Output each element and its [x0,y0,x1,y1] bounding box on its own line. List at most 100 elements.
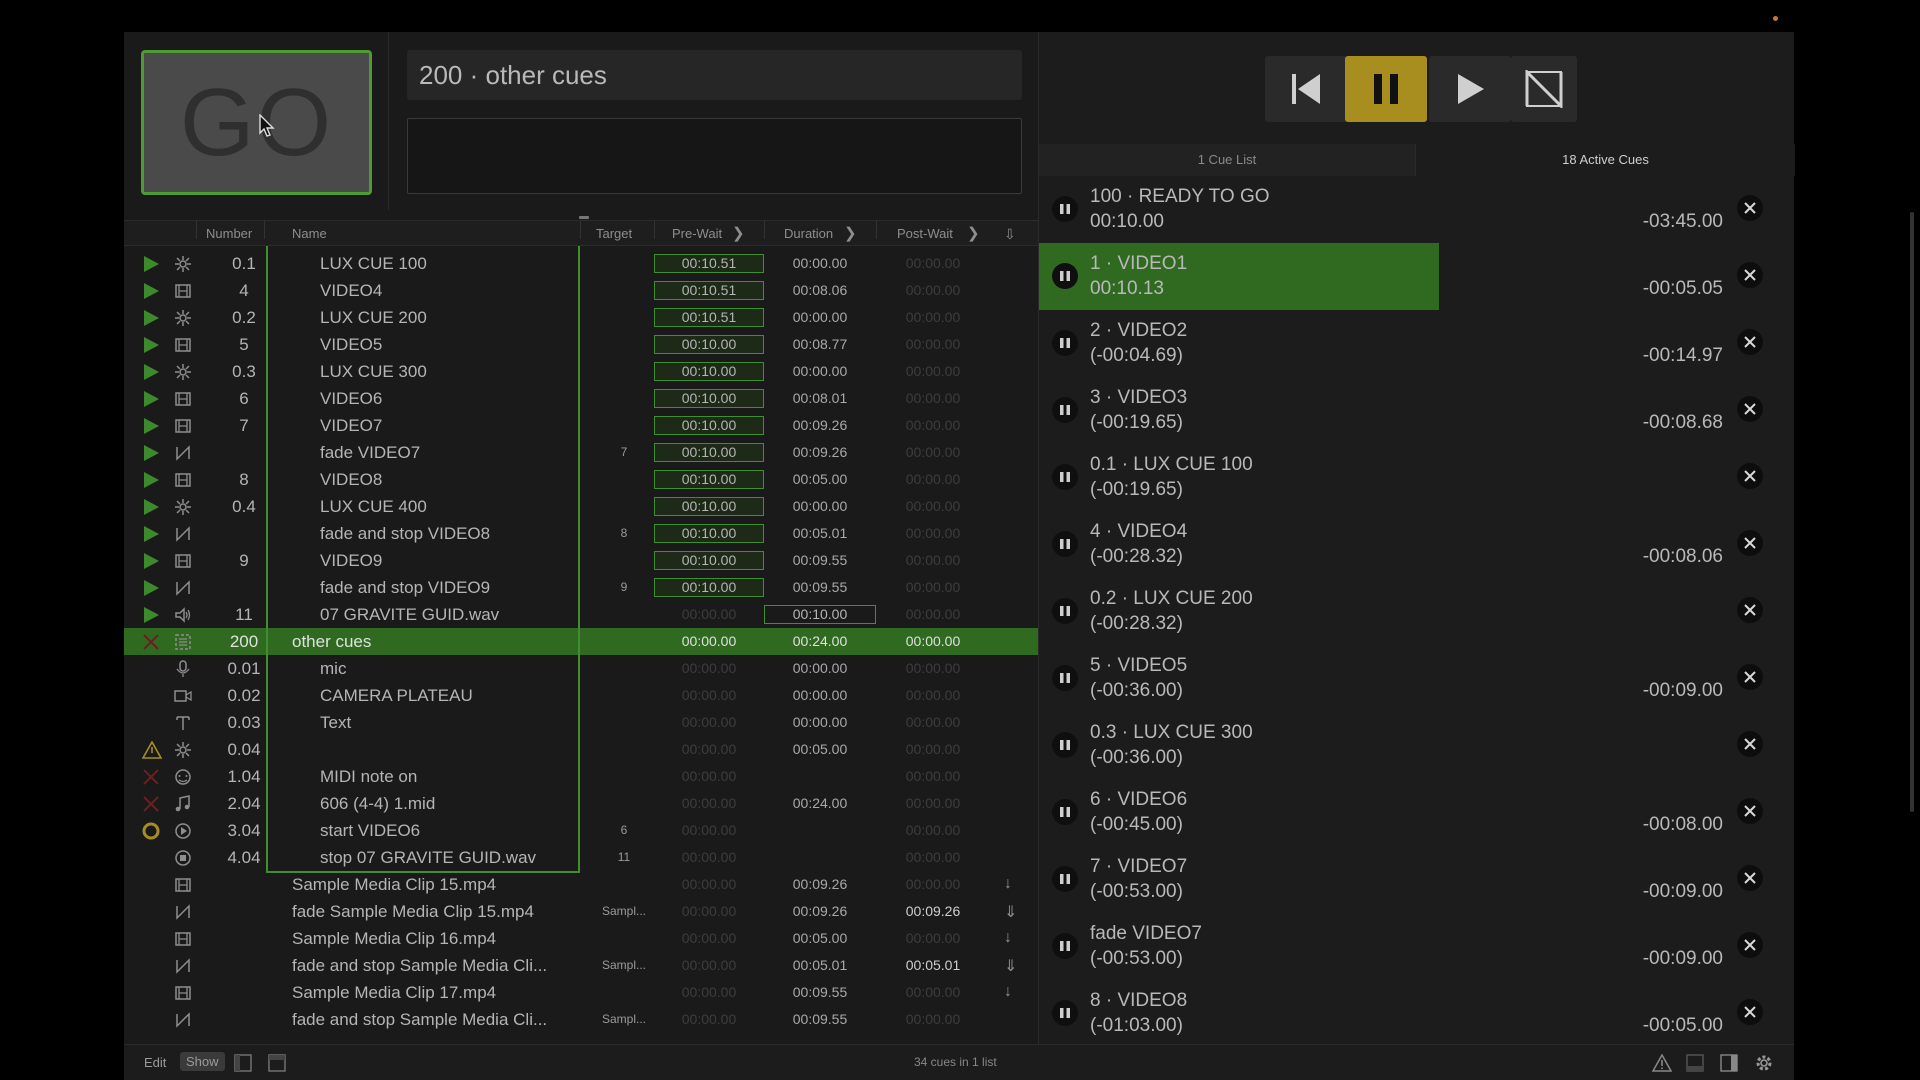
cue-name[interactable]: 07 GRAVITE GUID.wav [320,601,499,628]
cue-row[interactable]: 0.2 LUX CUE 200 00:10.51 00:00.00 00:00.00 [124,304,1038,331]
cue-postwait[interactable]: 00:00.00 [876,655,990,682]
cue-postwait[interactable]: 00:00.00 [876,358,990,385]
cue-prewait[interactable]: 00:00.00 [654,925,764,952]
pause-cue-button[interactable] [1052,464,1078,490]
pause-cue-button[interactable] [1052,263,1078,289]
cue-number[interactable]: 2.04 [192,790,296,817]
cue-duration[interactable]: 00:09.55 [764,979,876,1006]
cue-postwait[interactable]: 00:00.00 [876,466,990,493]
cue-number[interactable]: 0.1 [192,250,296,277]
stop-cue-button[interactable] [1737,932,1763,958]
cue-prewait[interactable]: 00:00.00 [654,844,764,871]
pause-cue-button[interactable] [1052,598,1078,624]
cue-postwait[interactable]: 00:00.00 [876,709,990,736]
stop-cue-button[interactable] [1737,664,1763,690]
cue-number[interactable]: 0.01 [192,655,296,682]
cue-duration[interactable]: 00:09.26 [764,871,876,898]
stop-cue-button[interactable] [1737,262,1763,288]
cue-duration[interactable]: 00:00.00 [764,682,876,709]
cue-prewait[interactable]: 00:10.00 [654,416,764,435]
cue-prewait[interactable]: 00:00.00 [654,898,764,925]
cue-row[interactable]: 6 VIDEO6 00:10.00 00:08.01 00:00.00 [124,385,1038,412]
cue-name[interactable]: VIDEO5 [320,331,382,358]
cue-postwait[interactable]: 00:00.00 [876,547,990,574]
cue-postwait[interactable]: 00:00.00 [876,385,990,412]
cue-prewait[interactable]: 00:00.00 [654,952,764,979]
inspector-toggle-icon[interactable] [268,1054,286,1072]
pause-cue-button[interactable] [1052,397,1078,423]
col-target[interactable]: Target [596,221,632,247]
cue-prewait[interactable]: 00:10.00 [654,362,764,381]
cue-prewait[interactable]: 00:00.00 [654,601,764,628]
cue-number[interactable]: 4 [192,277,296,304]
cue-prewait[interactable]: 00:00.00 [654,790,764,817]
cue-duration[interactable]: 00:09.26 [764,412,876,439]
tab-cue-lists[interactable]: 1 Cue List [1039,144,1415,176]
pause-cue-button[interactable] [1052,732,1078,758]
cue-row[interactable]: fade and stop VIDEO8 8 00:10.00 00:05.01 00:… [124,520,1038,547]
cue-row[interactable]: Sample Media Clip 17.mp4 00:00.00 00:09.55… [124,979,1038,1006]
cue-duration[interactable]: 00:09.55 [764,1006,876,1033]
cue-prewait[interactable]: 00:10.00 [654,389,764,408]
cue-name[interactable]: fade and stop VIDEO9 [320,574,490,601]
cue-name[interactable]: VIDEO4 [320,277,382,304]
col-number[interactable]: Number [206,221,252,247]
col-name[interactable]: Name [292,221,327,247]
active-cue-item[interactable]: 0.3 · LUX CUE 300 (-00:36.00) [1039,712,1779,779]
cue-number[interactable]: 11 [192,601,296,628]
cue-name[interactable]: MIDI note on [320,763,417,790]
stop-cue-button[interactable] [1737,731,1763,757]
cue-prewait[interactable]: 00:10.51 [654,254,764,273]
cue-duration[interactable]: 00:24.00 [764,628,876,655]
cue-postwait[interactable]: 00:00.00 [876,439,990,466]
cue-duration[interactable]: 00:00.00 [764,304,876,331]
cue-row[interactable]: 0.02 CAMERA PLATEAU 00:00.00 00:00.00 00:00.… [124,682,1038,709]
cue-number[interactable]: 4.04 [192,844,296,871]
pause-cue-button[interactable] [1052,1000,1078,1026]
cue-duration[interactable]: 00:05.00 [764,466,876,493]
cue-prewait[interactable]: 00:10.00 [654,578,764,597]
stop-cue-button[interactable] [1737,597,1763,623]
cue-number[interactable]: 3.04 [192,817,296,844]
active-cue-item[interactable]: 8 · VIDEO8 (-01:03.00) -00:05.00 [1039,980,1779,1044]
cue-duration[interactable]: 00:09.26 [764,439,876,466]
go-button[interactable]: GO [141,50,372,195]
cue-name[interactable]: start VIDEO6 [320,817,420,844]
pause-cue-button[interactable] [1052,866,1078,892]
cue-duration[interactable]: 00:24.00 [764,790,876,817]
cue-row[interactable]: 0.4 LUX CUE 400 00:10.00 00:00.00 00:00.00 [124,493,1038,520]
cue-row[interactable]: 5 VIDEO5 00:10.00 00:08.77 00:00.00 [124,331,1038,358]
cue-postwait[interactable]: 00:00.00 [876,790,990,817]
cue-prewait[interactable]: 00:10.00 [654,551,764,570]
cue-row[interactable]: 9 VIDEO9 00:10.00 00:09.55 00:00.00 [124,547,1038,574]
cue-name[interactable]: LUX CUE 200 [320,304,427,331]
cue-name[interactable]: Sample Media Clip 15.mp4 [292,871,496,898]
cue-row[interactable]: fade and stop Sample Media Cli... Sampl..… [124,952,1038,979]
gear-icon[interactable] [1754,1053,1774,1073]
cue-postwait[interactable]: 00:00.00 [876,574,990,601]
cue-postwait[interactable]: 00:05.01 [876,952,990,979]
cue-row[interactable]: 11 07 GRAVITE GUID.wav 00:00.00 00:10.00 00:… [124,601,1038,628]
cue-postwait[interactable]: 00:00.00 [876,520,990,547]
cue-name[interactable]: LUX CUE 300 [320,358,427,385]
cue-row[interactable]: 4.04 stop 07 GRAVITE GUID.wav 11 00:00.00 00… [124,844,1038,871]
cue-duration[interactable]: 00:05.00 [764,925,876,952]
cue-postwait[interactable]: 00:00.00 [876,277,990,304]
cue-prewait[interactable]: 00:10.00 [654,443,764,462]
cue-prewait[interactable]: 00:00.00 [654,682,764,709]
active-cue-item[interactable]: 3 · VIDEO3 (-00:19.65) -00:08.68 [1039,377,1779,444]
previous-button[interactable] [1265,56,1347,122]
cue-prewait[interactable]: 00:00.00 [654,736,764,763]
cue-row[interactable]: 2.04 606 (4-4) 1.mid 00:00.00 00:24.00 00:00… [124,790,1038,817]
cue-number[interactable]: 0.3 [192,358,296,385]
cue-postwait[interactable]: 00:00.00 [876,925,990,952]
cue-number[interactable]: 8 [192,466,296,493]
cue-prewait[interactable]: 00:00.00 [654,979,764,1006]
col-prewait[interactable]: Pre-Wait [672,221,722,247]
cue-row[interactable]: 0.1 LUX CUE 100 00:10.51 00:00.00 00:00.00 [124,250,1038,277]
cue-duration[interactable]: 00:09.55 [764,574,876,601]
cue-duration[interactable]: 00:00.00 [764,493,876,520]
cue-name[interactable]: VIDEO8 [320,466,382,493]
cue-notes-field[interactable] [407,118,1022,194]
cue-prewait[interactable]: 00:00.00 [654,817,764,844]
